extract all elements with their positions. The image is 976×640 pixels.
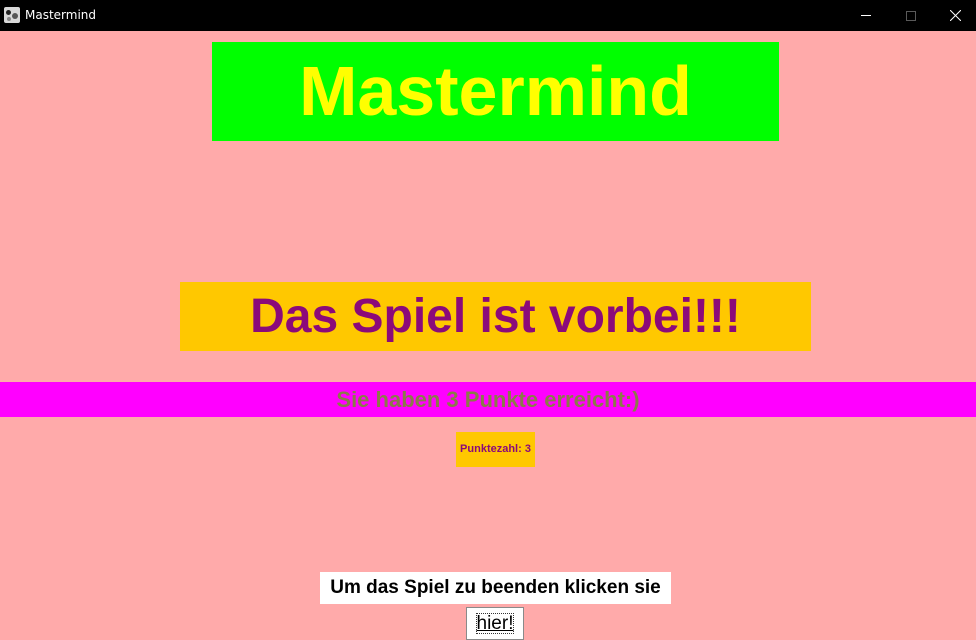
end-game-prompt: Um das Spiel zu beenden klicken sie <box>320 572 671 604</box>
minimize-icon <box>861 15 871 16</box>
points-label: Punktezahl: 3 <box>456 432 535 467</box>
end-game-button[interactable]: hier! <box>466 607 524 640</box>
maximize-icon <box>906 11 916 21</box>
title-bar[interactable]: Mastermind <box>0 0 976 31</box>
close-button[interactable] <box>933 0 976 31</box>
game-title-banner: Mastermind <box>212 42 779 141</box>
app-icon[interactable] <box>4 7 20 23</box>
window-title: Mastermind <box>25 8 97 22</box>
game-over-banner: Das Spiel ist vorbei!!! <box>180 282 811 351</box>
maximize-button[interactable] <box>888 0 933 31</box>
score-message: Sie haben 3 Punkte erreicht:) <box>0 382 976 417</box>
mastermind-window: Mastermind Mastermind Das Spiel ist vorb… <box>0 0 976 640</box>
close-icon <box>950 10 961 21</box>
end-game-button-label: hier! <box>475 613 515 634</box>
minimize-button[interactable] <box>843 0 888 31</box>
